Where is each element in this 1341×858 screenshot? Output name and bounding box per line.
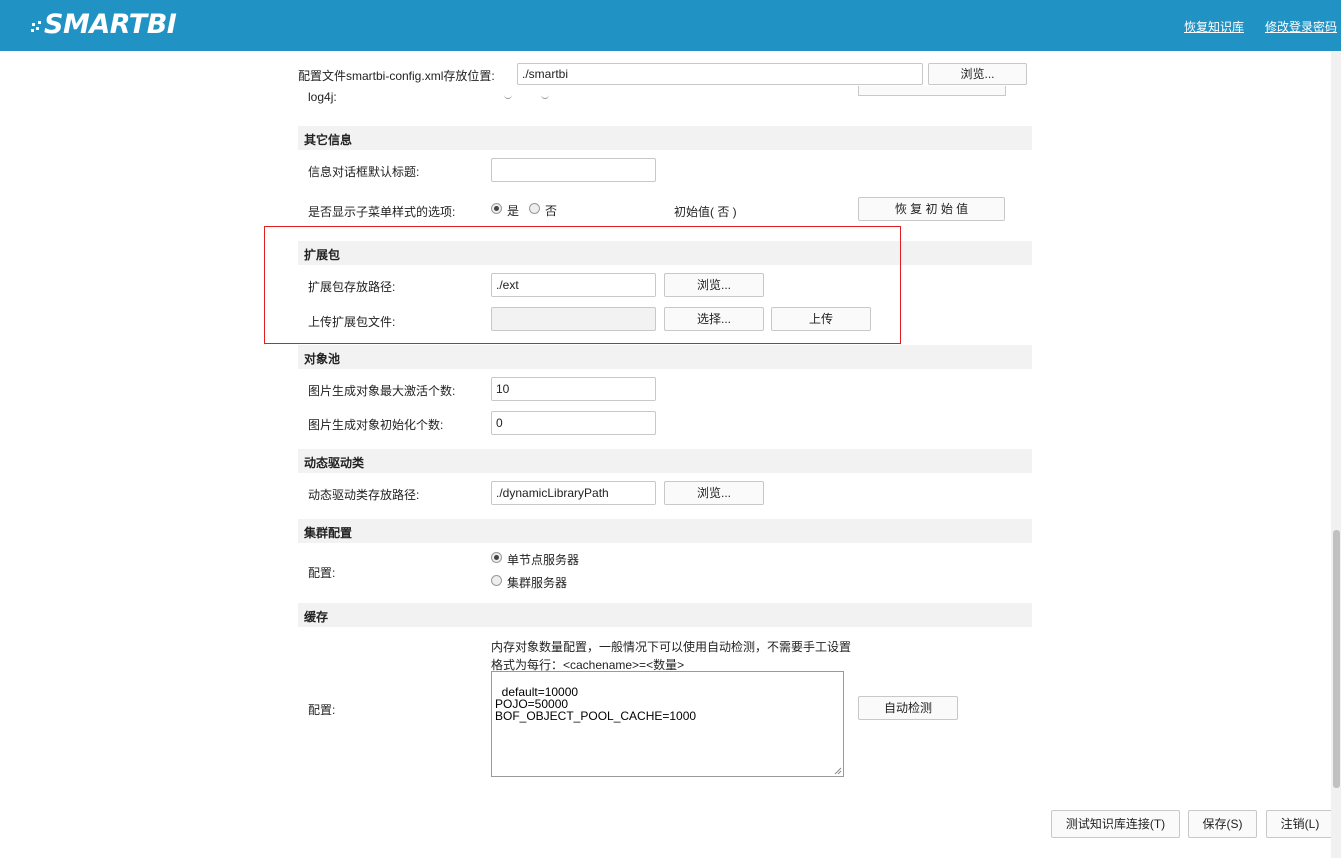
logo-dots-icon: [31, 21, 41, 32]
cluster-server-label: 集群服务器: [507, 576, 568, 590]
cluster-server-radio[interactable]: [491, 575, 502, 586]
cache-config-textarea[interactable]: default=10000 POJO=50000 BOF_OBJECT_POOL…: [491, 671, 844, 777]
section-title: 缓存: [304, 610, 329, 624]
cache-config-label: 配置:: [308, 703, 336, 717]
submenu-yes-radio[interactable]: [491, 203, 502, 214]
smartbi-logo: SMARTBI: [30, 6, 177, 42]
submenu-style-label: 是否显示子菜单样式的选项:: [308, 205, 456, 219]
section-title: 动态驱动类: [304, 456, 365, 470]
cache-description: 内存对象数量配置，一般情况下可以使用自动检测，不需要手工设置: [491, 640, 852, 654]
logout-button[interactable]: 注销(L): [1266, 810, 1334, 838]
test-connection-button[interactable]: 测试知识库连接(T): [1051, 810, 1180, 838]
log4j-row-clipped: log4j:: [298, 86, 1032, 104]
dynamic-driver-path-label: 动态驱动类存放路径:: [308, 488, 420, 502]
section-other-info: 其它信息: [298, 126, 1032, 150]
cache-config-text: default=10000 POJO=50000 BOF_OBJECT_POOL…: [495, 685, 697, 723]
logo-text: SMARTBI: [44, 8, 177, 40]
init-objects-label: 图片生成对象初始化个数:: [308, 418, 444, 432]
top-header-bar: [0, 0, 1341, 51]
scrollbar-thumb[interactable]: [1333, 530, 1340, 788]
section-cache: 缓存: [298, 603, 1032, 627]
submenu-no-label: 否: [545, 204, 558, 218]
config-file-path-input[interactable]: ./smartbi: [517, 63, 923, 85]
single-node-radio[interactable]: [491, 552, 502, 563]
restore-knowledge-base-link[interactable]: 恢复知识库: [1184, 18, 1244, 35]
section-title: 其它信息: [304, 133, 353, 147]
dialog-title-label: 信息对话框默认标题:: [308, 165, 420, 179]
extension-highlight-box: [264, 226, 901, 344]
single-node-label: 单节点服务器: [507, 553, 580, 567]
init-objects-input[interactable]: 0: [491, 411, 656, 435]
max-active-objects-input[interactable]: 10: [491, 377, 656, 401]
auto-detect-button[interactable]: 自动检测: [858, 696, 958, 720]
config-file-browse-button[interactable]: 浏览...: [928, 63, 1027, 85]
submenu-no-radio[interactable]: [529, 203, 540, 214]
log4j-radio-partial: [541, 94, 549, 99]
dynamic-driver-path-input[interactable]: ./dynamicLibraryPath: [491, 481, 656, 505]
section-title: 对象池: [304, 352, 341, 366]
change-password-link[interactable]: 修改登录密码: [1265, 18, 1337, 35]
log4j-label: log4j:: [308, 90, 337, 104]
section-object-pool: 对象池: [298, 345, 1032, 369]
section-title: 集群配置: [304, 526, 353, 540]
max-active-objects-label: 图片生成对象最大激活个数:: [308, 384, 456, 398]
config-file-label: 配置文件smartbi-config.xml存放位置:: [298, 69, 495, 83]
dynamic-driver-browse-button[interactable]: 浏览...: [664, 481, 764, 505]
dialog-title-input[interactable]: [491, 158, 656, 182]
resize-handle-icon[interactable]: [834, 767, 842, 775]
cluster-config-label: 配置:: [308, 566, 336, 580]
section-cluster-config: 集群配置: [298, 519, 1032, 543]
restore-default-button[interactable]: 恢 复 初 始 值: [858, 197, 1005, 221]
log4j-restore-button-partial[interactable]: [858, 86, 1006, 96]
submenu-yes-label: 是: [507, 204, 520, 218]
log4j-radio-partial: [504, 94, 512, 99]
save-button[interactable]: 保存(S): [1188, 810, 1257, 838]
submenu-initial-value: 初始值( 否 ): [674, 205, 737, 219]
section-dynamic-driver: 动态驱动类: [298, 449, 1032, 473]
